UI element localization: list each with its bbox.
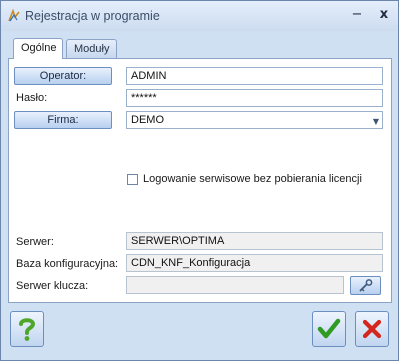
company-select[interactable]: DEMO ▼: [126, 111, 383, 129]
question-mark-icon: [19, 318, 36, 341]
tab-modules[interactable]: Moduły: [66, 39, 117, 58]
key-icon: [359, 279, 373, 292]
config-db-field: CDN_KNF_Konfiguracja: [126, 254, 383, 272]
window-title: Rejestracja w programie: [25, 9, 160, 23]
operator-field[interactable]: ADMIN: [126, 67, 383, 85]
check-icon: [317, 318, 341, 339]
password-label: Hasło:: [16, 92, 48, 104]
help-button[interactable]: [10, 311, 44, 347]
app-logo-icon: [8, 9, 20, 22]
key-server-label: Serwer klucza:: [16, 280, 89, 292]
cancel-button[interactable]: [355, 311, 389, 347]
title-bar: Rejestracja w programie − x: [1, 1, 398, 31]
minimize-button[interactable]: −: [346, 6, 368, 24]
key-lookup-button[interactable]: [350, 276, 381, 295]
password-field[interactable]: ******: [126, 89, 383, 107]
chevron-down-icon: ▼: [372, 117, 379, 126]
server-label: Serwer:: [16, 236, 54, 248]
x-icon: [362, 319, 382, 339]
key-server-field[interactable]: [126, 276, 344, 294]
login-dialog: Rejestracja w programie − x Ogólne Moduł…: [0, 0, 399, 361]
server-field: SERWER\OPTIMA: [126, 232, 383, 250]
service-login-label: Logowanie serwisowe bez pobierania licen…: [143, 173, 362, 185]
service-login-checkbox[interactable]: [127, 174, 138, 185]
config-db-label: Baza konfiguracyjna:: [16, 258, 119, 270]
tab-general[interactable]: Ogólne: [13, 38, 63, 59]
company-select-value: DEMO: [131, 114, 164, 126]
operator-button[interactable]: Operator:: [14, 67, 112, 85]
close-button[interactable]: x: [373, 6, 395, 24]
ok-button[interactable]: [312, 311, 346, 347]
company-button[interactable]: Firma:: [14, 111, 112, 129]
